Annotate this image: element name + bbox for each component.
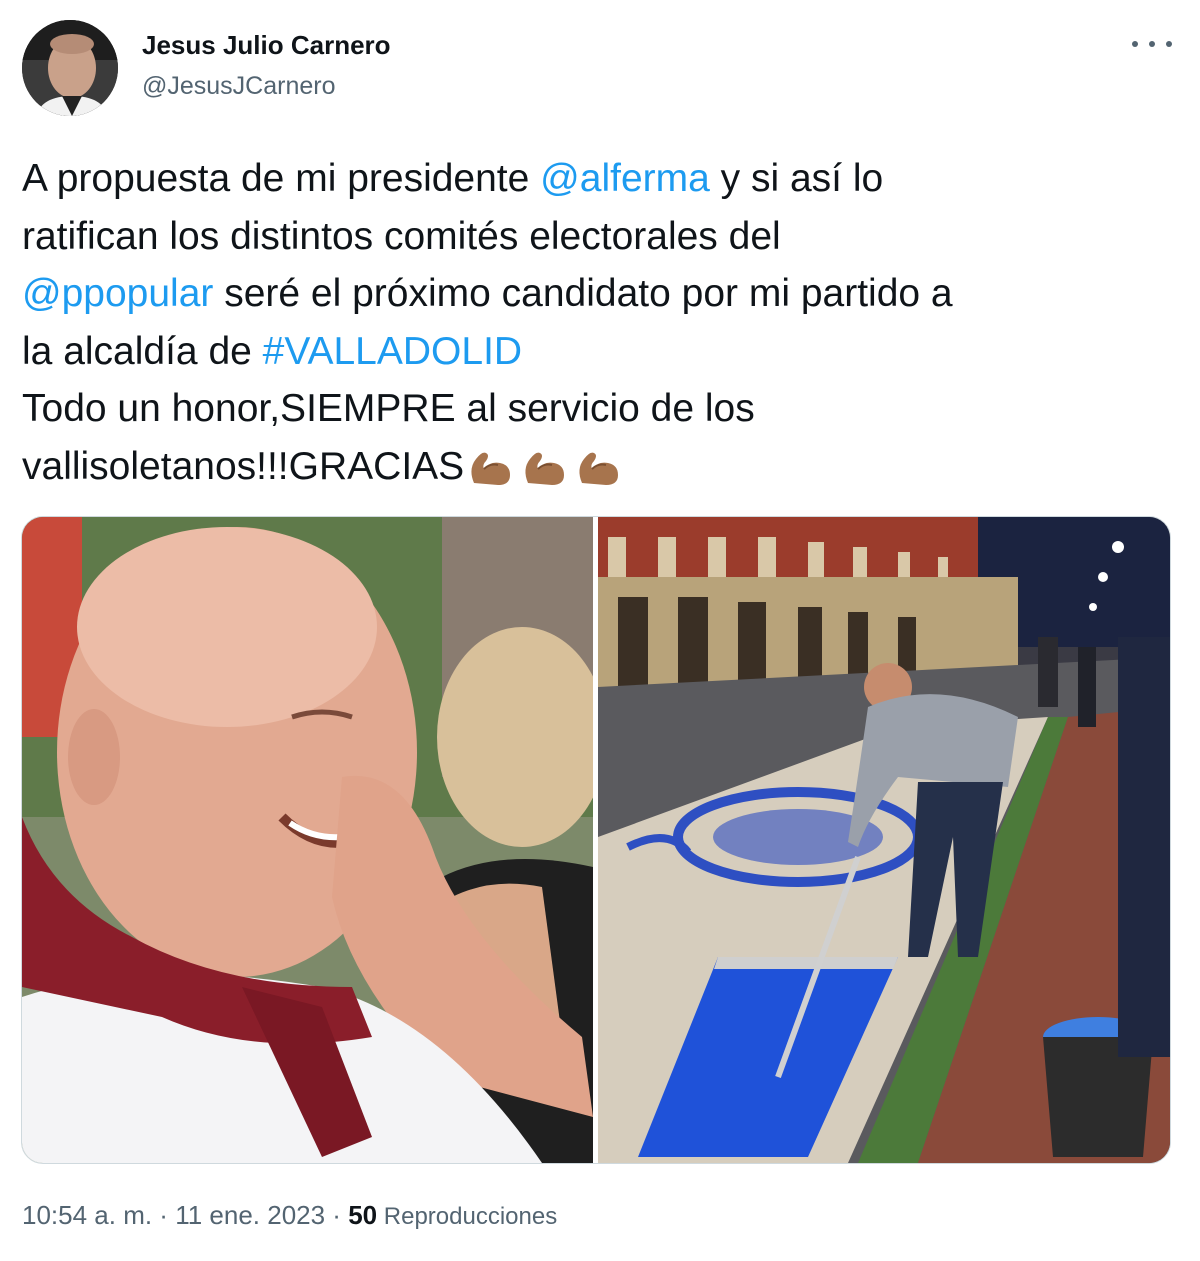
tweet-date[interactable]: 11 ene. 2023: [175, 1200, 325, 1230]
views-label: Reproducciones: [377, 1203, 558, 1230]
dot: [1166, 41, 1172, 47]
more-dots-icon[interactable]: [1132, 34, 1172, 54]
meta-separator: ·: [152, 1200, 176, 1230]
author-avatar[interactable]: [22, 20, 118, 116]
views-count: 50: [348, 1200, 378, 1230]
mention-ppopular[interactable]: @ppopular: [22, 272, 213, 315]
tweet-media: [21, 516, 1171, 1164]
photo-man-painting-sand-carpet-at-night[interactable]: [598, 517, 1170, 1163]
tweet-text-part: A propuesta de mi presidente: [22, 157, 541, 200]
dot: [1149, 41, 1155, 47]
author-handle[interactable]: @JesusJCarnero: [142, 72, 336, 101]
profile-photo-avatar-icon: [22, 20, 118, 116]
flexed-biceps-icon: [471, 452, 511, 485]
tweet-meta: 10:54 a. m. · 11 ene. 2023 · 50 Reproduc…: [22, 1200, 557, 1231]
hashtag-valladolid[interactable]: #VALLADOLID: [263, 330, 522, 373]
dot: [1132, 41, 1138, 47]
flexed-biceps-icon: [525, 452, 565, 485]
tweet-text-part: Todo un honor,SIEMPRE al servicio de los…: [22, 387, 755, 488]
tweet-time[interactable]: 10:54 a. m.: [22, 1200, 152, 1230]
mention-alferma[interactable]: @alferma: [540, 157, 710, 200]
flexed-biceps-icon: [579, 452, 619, 485]
author-name[interactable]: Jesus Julio Carnero: [142, 30, 391, 61]
meta-separator: ·: [325, 1200, 349, 1230]
photo-smiling-man-red-scarf[interactable]: [22, 517, 607, 1163]
tweet-text: A propuesta de mi presidente @alferma y …: [22, 150, 1172, 495]
